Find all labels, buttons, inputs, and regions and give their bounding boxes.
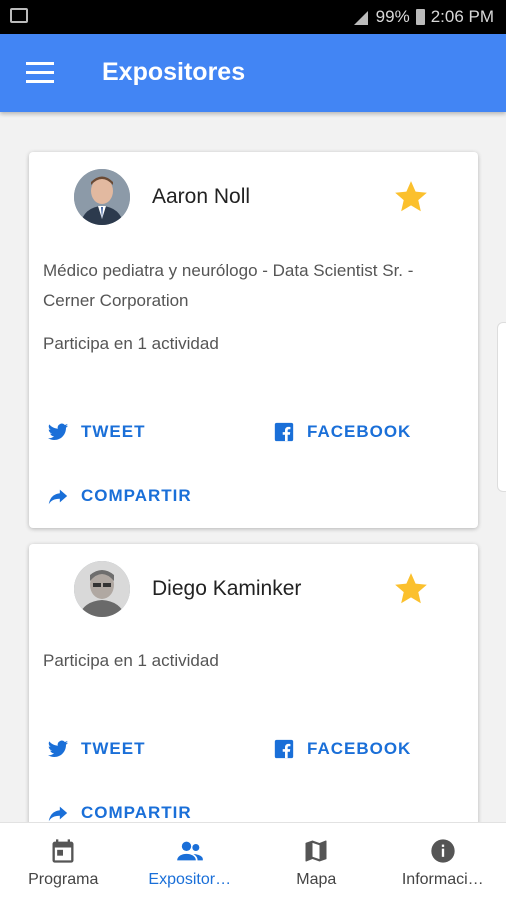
facebook-icon xyxy=(273,421,295,443)
scroll-indicator xyxy=(497,322,506,492)
speaker-name: Diego Kaminker xyxy=(152,577,301,601)
battery-percent: 99% xyxy=(376,7,410,27)
favorite-star-icon[interactable] xyxy=(392,570,430,608)
activity-count: Participa en 1 actividad xyxy=(43,646,463,676)
share-button[interactable]: COMPARTIR xyxy=(47,802,192,822)
facebook-button[interactable]: FACEBOOK xyxy=(273,421,411,443)
tweet-button[interactable]: TWEET xyxy=(47,738,146,760)
menu-icon[interactable] xyxy=(26,62,54,84)
speaker-list[interactable]: Aaron Noll Médico pediatra y neurólogo -… xyxy=(0,112,506,822)
facebook-label: FACEBOOK xyxy=(307,422,411,442)
nav-label: Programa xyxy=(28,871,98,889)
bottom-navigation: Programa Expositor… Mapa Informaci… xyxy=(0,822,506,901)
favorite-star-icon[interactable] xyxy=(392,178,430,216)
gallery-notification-icon xyxy=(10,8,28,23)
share-arrow-icon xyxy=(47,485,69,507)
activity-count: Participa en 1 actividad xyxy=(43,329,463,359)
nav-label: Expositor… xyxy=(148,871,231,889)
share-button[interactable]: COMPARTIR xyxy=(47,485,192,507)
people-icon xyxy=(176,837,204,865)
speaker-card: Diego Kaminker Participa en 1 actividad … xyxy=(29,544,478,822)
facebook-label: FACEBOOK xyxy=(307,739,411,759)
tweet-label: TWEET xyxy=(81,739,146,759)
battery-icon xyxy=(416,9,425,25)
map-icon xyxy=(302,837,330,865)
avatar xyxy=(74,561,130,617)
nav-label: Informaci… xyxy=(402,871,484,889)
twitter-icon xyxy=(47,738,69,760)
nav-item-mapa[interactable]: Mapa xyxy=(253,823,380,901)
tweet-label: TWEET xyxy=(81,422,146,442)
share-label: COMPARTIR xyxy=(81,803,192,822)
share-label: COMPARTIR xyxy=(81,486,192,506)
tweet-button[interactable]: TWEET xyxy=(47,421,146,443)
status-bar: 99% 2:06 PM xyxy=(0,0,506,34)
nav-item-programa[interactable]: Programa xyxy=(0,823,127,901)
info-icon xyxy=(429,837,457,865)
facebook-icon xyxy=(273,738,295,760)
facebook-button[interactable]: FACEBOOK xyxy=(273,738,411,760)
calendar-icon xyxy=(49,837,77,865)
signal-icon xyxy=(352,9,370,25)
clock: 2:06 PM xyxy=(431,7,494,27)
speaker-description: Médico pediatra y neurólogo - Data Scien… xyxy=(43,256,463,316)
share-arrow-icon xyxy=(47,802,69,822)
page-title: Expositores xyxy=(102,58,245,87)
avatar xyxy=(74,169,130,225)
speaker-name: Aaron Noll xyxy=(152,185,250,209)
nav-item-expositores[interactable]: Expositor… xyxy=(127,823,254,901)
twitter-icon xyxy=(47,421,69,443)
nav-label: Mapa xyxy=(296,871,336,889)
nav-item-informacion[interactable]: Informaci… xyxy=(380,823,506,901)
app-bar: Expositores xyxy=(0,34,506,112)
speaker-card: Aaron Noll Médico pediatra y neurólogo -… xyxy=(29,152,478,528)
